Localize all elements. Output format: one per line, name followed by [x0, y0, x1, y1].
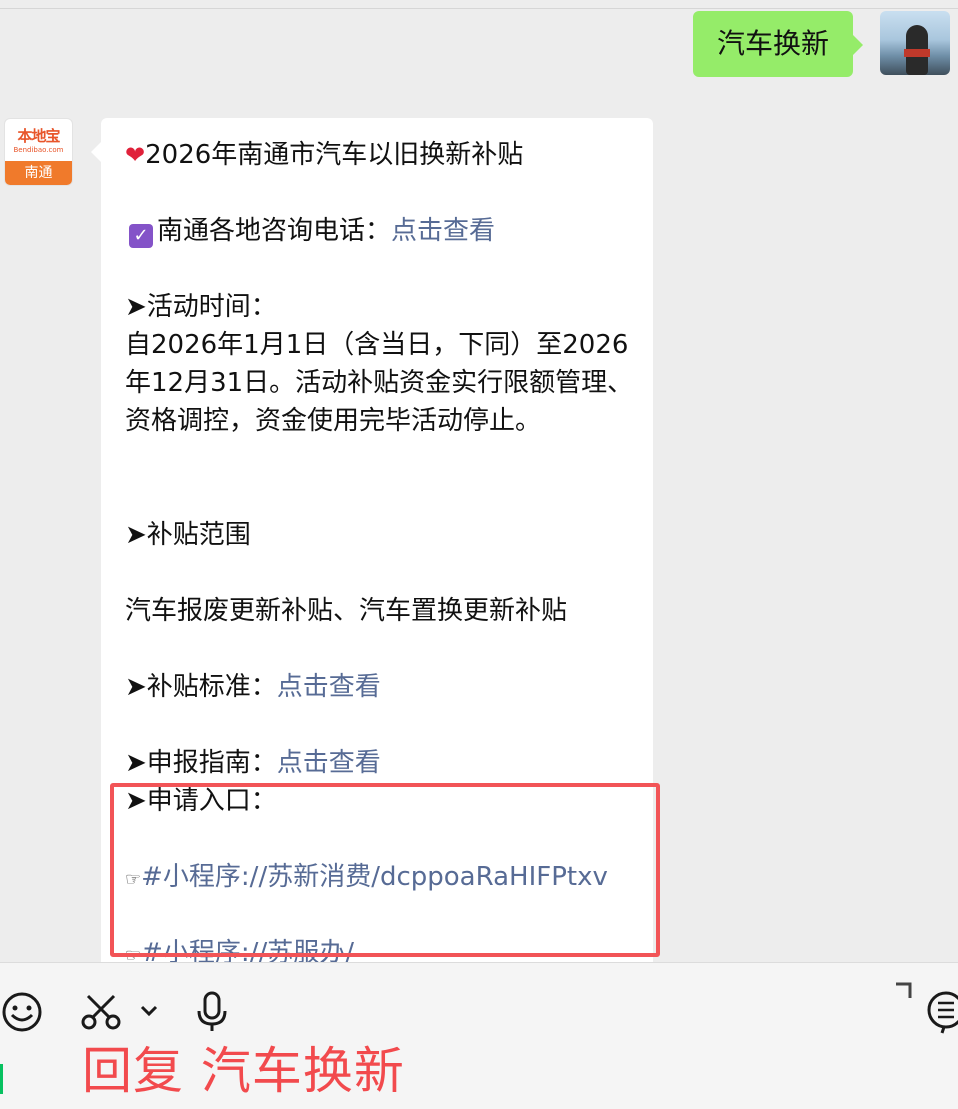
scope-body: 汽车报废更新补贴、汽车置换更新补贴	[125, 596, 568, 626]
chevron-down-icon[interactable]	[138, 1002, 160, 1020]
bot-avatar[interactable]: 本地宝 Bendibao.com 南通	[4, 118, 73, 186]
expand-corner-icon[interactable]	[892, 980, 914, 1002]
scope-heading: ➤补贴范围	[125, 520, 251, 550]
reply-caption: 回复 汽车换新	[82, 1042, 405, 1100]
bot-logo-text: 本地宝	[17, 127, 60, 145]
avatar-scarf	[904, 49, 930, 57]
heart-icon: ❤	[125, 141, 146, 169]
top-divider	[0, 8, 958, 9]
scissors-icon[interactable]	[80, 992, 124, 1032]
standard-line: ➤补贴标准：点击查看	[125, 668, 640, 706]
microphone-icon[interactable]	[190, 990, 234, 1034]
user-avatar[interactable]	[880, 11, 950, 75]
bot-logo-subtext: Bendibao.com	[13, 146, 64, 154]
emoji-icon[interactable]	[0, 990, 44, 1034]
check-box-icon: ✓	[129, 224, 153, 248]
consult-link[interactable]: 点击查看	[391, 216, 495, 246]
highlight-box	[110, 783, 660, 957]
outgoing-message-text: 汽车换新	[716, 27, 829, 60]
message-title: 2026年南通市汽车以旧换新补贴	[145, 140, 524, 170]
standard-link[interactable]: 点击查看	[277, 672, 381, 702]
chat-history-icon[interactable]	[924, 990, 958, 1034]
bot-city-label: 南通	[5, 161, 72, 185]
time-heading: ➤活动时间：	[125, 292, 277, 322]
guide-link[interactable]: 点击查看	[277, 748, 381, 778]
guide-line: ➤申报指南：点击查看	[125, 744, 640, 782]
outgoing-message-bubble[interactable]: 汽车换新	[693, 11, 863, 77]
standard-label: ➤补贴标准：	[125, 672, 277, 702]
guide-label: ➤申报指南：	[125, 748, 277, 778]
consult-label: 南通各地咨询电话：	[157, 216, 392, 246]
time-body: 自2026年1月1日（含当日，下同）至2026年12月31日。活动补贴资金实行限…	[125, 330, 634, 436]
consult-line: ✓ 南通各地咨询电话：点击查看	[125, 212, 640, 250]
input-cursor-mark	[0, 1064, 3, 1094]
message-title-line: ❤2026年南通市汽车以旧换新补贴	[125, 136, 640, 174]
